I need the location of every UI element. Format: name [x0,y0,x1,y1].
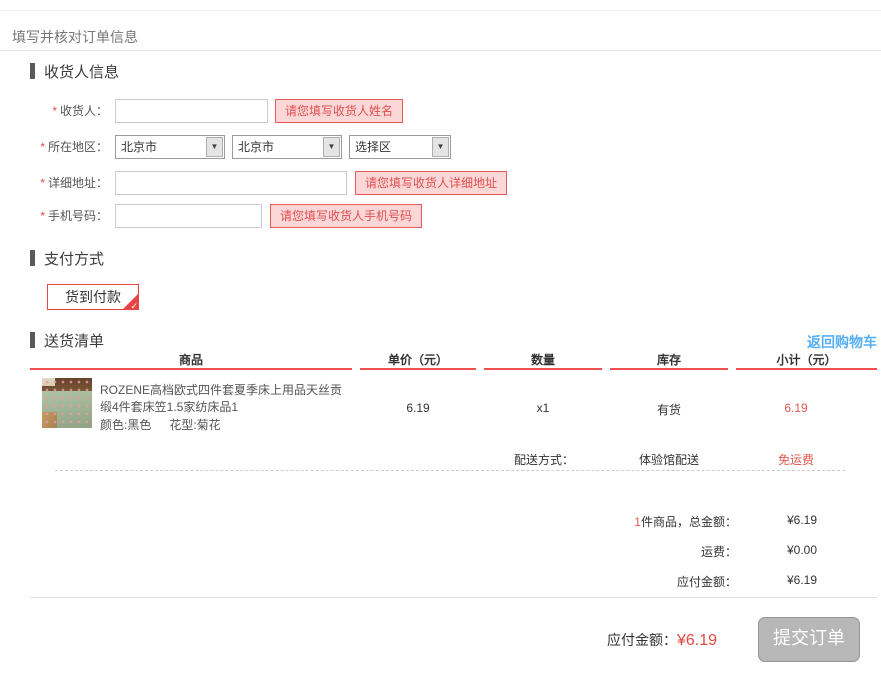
shipping-fee: 免运费 [736,451,856,468]
totals-amount-label: 1件商品，总金额： [634,513,737,530]
product-quantity: x1 [484,401,602,415]
phone-error: 请您填写收货人手机号码 [270,204,422,228]
required-mark: * [52,104,57,118]
recipient-section-title: 收货人信息 [44,64,119,81]
totals-payable-value: ¥6.19 [787,573,817,587]
col-header-price: 单价（元） [360,352,476,370]
province-select-value: 北京市 [121,136,157,158]
totals-row-amount: 1件商品，总金额： ¥6.19 [0,513,881,529]
col-header-subtotal: 小计（元） [736,352,877,370]
back-to-cart-link[interactable]: 返回购物车 [807,332,877,352]
region-row: *所在地区： 北京市 ▼ 北京市 ▼ 选择区 ▼ [0,135,881,159]
col-header-quantity: 数量 [484,352,602,370]
city-select-value: 北京市 [238,136,274,158]
item-count: 1 [634,515,641,529]
totals-shipping-value: ¥0.00 [787,543,817,557]
shipping-method-label: 配送方式： [484,451,574,468]
recipient-section-header: 收货人信息 [30,63,119,81]
delivery-section-title: 送货清单 [44,333,104,350]
section-bar-icon [30,63,35,79]
product-color-attr: 颜色:黑色 [100,418,151,432]
dashed-divider [55,470,845,471]
col-header-stock: 库存 [610,352,728,370]
chevron-down-icon[interactable]: ▼ [432,137,449,157]
totals-shipping-label: 运费： [701,543,737,560]
address-input[interactable] [115,171,347,195]
chevron-down-icon[interactable]: ▼ [323,137,340,157]
phone-input[interactable] [115,204,262,228]
product-title-link[interactable]: ROZENE高档欧式四件套夏季床上用品天丝贡缎4件套床笠1.5家纺床品1 [100,382,352,416]
province-select[interactable]: 北京市 ▼ [115,135,225,159]
product-subtotal: 6.19 [736,401,856,415]
phone-label: *手机号码： [0,204,108,228]
totals-row-payable: 应付金额： ¥6.19 [0,573,881,589]
phone-row: *手机号码： 请您填写收货人手机号码 [0,204,881,228]
title-divider [0,50,881,51]
district-select-value: 选择区 [355,136,391,158]
footer-payable-amount: ¥6.19 [677,632,717,649]
region-label: *所在地区： [0,135,108,159]
col-header-product: 商品 [30,352,352,370]
payment-method-label: 货到付款 [65,289,121,305]
section-bar-icon [30,332,35,348]
check-icon: ✓ [130,300,138,312]
product-attributes: 颜色:黑色 花型:菊花 [100,416,221,433]
delivery-section-header: 送货清单 [30,332,104,350]
recipient-name-row: *收货人： 请您填写收货人姓名 [0,99,881,123]
product-stock: 有货 [610,401,728,418]
payment-section-title: 支付方式 [44,251,104,268]
top-divider [0,10,881,11]
footer-payable: 应付金额：¥6.19 [607,630,717,650]
footer-divider [30,597,877,598]
district-select[interactable]: 选择区 ▼ [349,135,451,159]
payment-section-header: 支付方式 [30,250,104,268]
recipient-name-input[interactable] [115,99,268,123]
address-error: 请您填写收货人详细地址 [355,171,507,195]
footer-payable-label: 应付金额： [607,632,677,648]
shipping-method-value: 体验馆配送 [610,451,728,468]
section-bar-icon [30,250,35,266]
city-select[interactable]: 北京市 ▼ [232,135,342,159]
required-mark: * [40,209,45,223]
required-mark: * [40,176,45,190]
totals-payable-label: 应付金额： [677,573,737,590]
address-row: *详细地址： 请您填写收货人详细地址 [0,171,881,195]
recipient-name-label: *收货人： [0,99,108,123]
address-label: *详细地址： [0,171,108,195]
totals-amount-value: ¥6.19 [787,513,817,527]
payment-method-cod-button[interactable]: 货到付款 ✓ [47,284,139,310]
order-confirm-page: 填写并核对订单信息 收货人信息 *收货人： 请您填写收货人姓名 *所在地区： 北… [0,0,881,675]
chevron-down-icon[interactable]: ▼ [206,137,223,157]
required-mark: * [40,140,45,154]
page-title: 填写并核对订单信息 [12,27,138,47]
totals-row-shipping: 运费： ¥0.00 [0,543,881,559]
product-image[interactable] [42,378,92,428]
recipient-name-error: 请您填写收货人姓名 [275,99,403,123]
product-price: 6.19 [360,401,476,415]
submit-order-button[interactable]: 提交订单 [758,617,860,662]
product-pattern-attr: 花型:菊花 [169,418,220,432]
